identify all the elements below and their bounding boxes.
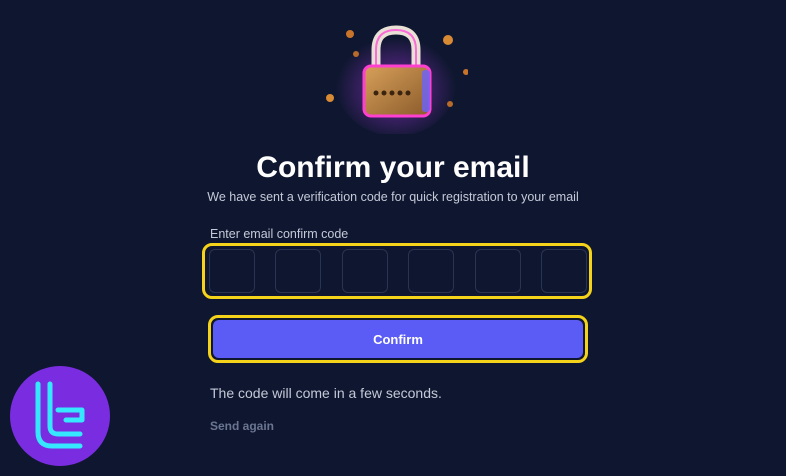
- confirm-button[interactable]: Confirm: [213, 320, 583, 358]
- code-input-group: [209, 249, 587, 295]
- code-digit-input[interactable]: [408, 249, 455, 293]
- info-text: The code will come in a few seconds.: [210, 385, 442, 401]
- page-subtitle: We have sent a verification code for qui…: [207, 190, 579, 204]
- code-digit-input[interactable]: [275, 249, 322, 293]
- page-title: Confirm your email: [256, 151, 530, 184]
- code-digit-input[interactable]: [209, 249, 255, 293]
- padlock-icon: [318, 14, 469, 136]
- code-digit-input[interactable]: [341, 249, 388, 293]
- send-again-link[interactable]: Send again: [210, 418, 274, 434]
- code-field-label: Enter email confirm code: [210, 227, 349, 241]
- code-digit-input[interactable]: [474, 249, 521, 293]
- logo-watermark-icon: [10, 366, 110, 466]
- code-digit-input[interactable]: [540, 249, 587, 293]
